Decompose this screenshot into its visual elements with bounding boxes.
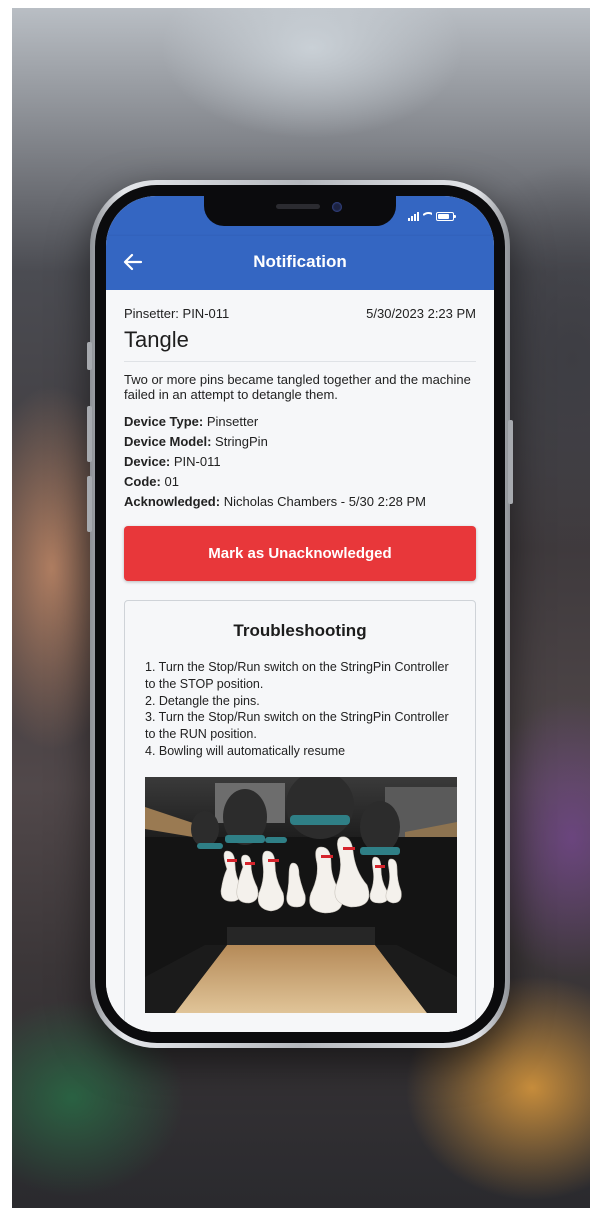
notch xyxy=(204,196,396,226)
detail-label: Device Model: xyxy=(124,434,212,449)
detail-label: Acknowledged: xyxy=(124,494,221,509)
detail-label: Device: xyxy=(124,454,171,469)
detail-value: 01 xyxy=(164,474,179,489)
app-bar: Notification xyxy=(106,236,494,290)
mute-switch xyxy=(87,342,92,370)
detail-device-model: Device Model: StringPin xyxy=(124,432,426,452)
detail-code: Code: 01 xyxy=(124,472,426,492)
detail-value: Nicholas Chambers - 5/30 2:28 PM xyxy=(223,494,427,509)
troubleshooting-title: Troubleshooting xyxy=(233,621,367,640)
detail-value: Pinsetter xyxy=(206,414,259,429)
status-bar xyxy=(106,196,494,236)
power-button xyxy=(508,420,513,504)
speaker xyxy=(276,204,320,209)
notification-header: Pinsetter: PIN-011 5/30/2023 2:23 PM xyxy=(124,306,476,321)
volume-up-button xyxy=(87,406,92,462)
wifi-icon xyxy=(423,211,432,221)
notification-description: Two or more pins became tangled together… xyxy=(124,372,471,402)
notification-content: Pinsetter: PIN-011 5/30/2023 2:23 PM Tan… xyxy=(106,290,494,1032)
signal-icon xyxy=(408,211,419,221)
troubleshooting-step: 3. Turn the Stop/Run switch on the Strin… xyxy=(145,710,449,742)
divider xyxy=(124,361,476,362)
page-title: Notification xyxy=(253,252,347,271)
detail-value: PIN-011 xyxy=(173,454,221,469)
notification-timestamp: 5/30/2023 2:23 PM xyxy=(366,306,476,321)
battery-icon xyxy=(436,211,456,221)
detail-device-type: Device Type: Pinsetter xyxy=(124,412,426,432)
detail-label: Device Type: xyxy=(124,414,204,429)
detail-device: Device: PIN-011 xyxy=(124,452,426,472)
detail-value: StringPin xyxy=(215,434,268,449)
notification-title: Tangle xyxy=(124,327,189,352)
status-icons xyxy=(408,210,456,222)
troubleshooting-step: 4. Bowling will automatically resume xyxy=(145,743,346,758)
troubleshooting-card: Troubleshooting 1. Turn the Stop/Run swi… xyxy=(124,600,476,1032)
volume-down-button xyxy=(87,476,92,532)
bowling-pins-tangled-photo xyxy=(145,777,457,1013)
front-camera xyxy=(332,202,342,212)
troubleshooting-steps: 1. Turn the Stop/Run switch on the Strin… xyxy=(145,659,459,760)
pinsetter-label: Pinsetter: PIN-011 xyxy=(124,306,230,321)
detail-acknowledged: Acknowledged: Nicholas Chambers - 5/30 2… xyxy=(124,492,426,512)
phone-frame: Notification Pinsetter: PIN-011 5/30/202… xyxy=(87,180,513,1048)
troubleshooting-step: 2. Detangle the pins. xyxy=(145,693,260,708)
phone-screen: Notification Pinsetter: PIN-011 5/30/202… xyxy=(106,196,494,1032)
mark-unacknowledged-button[interactable]: Mark as Unacknowledged xyxy=(124,526,476,581)
device-details: Device Type: Pinsetter Device Model: Str… xyxy=(124,412,426,512)
troubleshooting-step: 1. Turn the Stop/Run switch on the Strin… xyxy=(145,660,449,691)
detail-label: Code: xyxy=(124,474,161,489)
